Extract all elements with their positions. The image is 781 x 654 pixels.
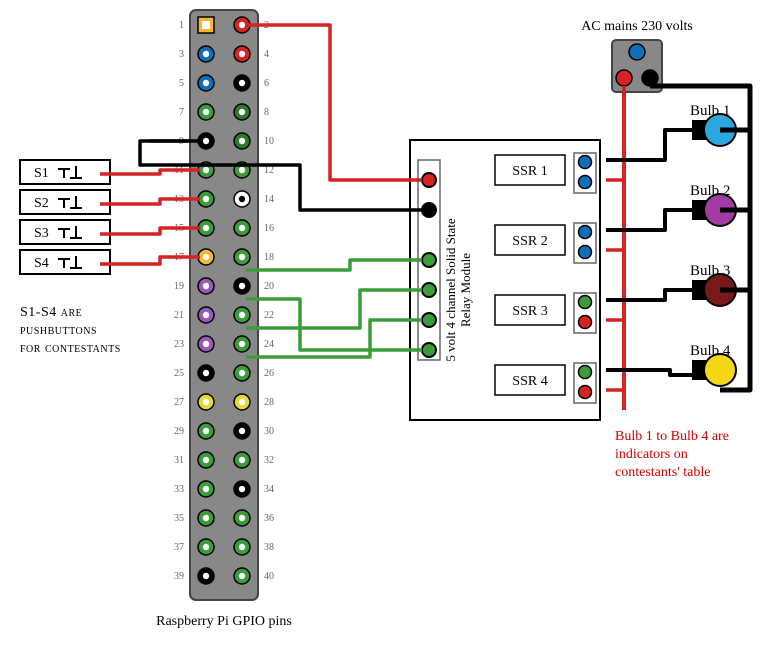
gpio-pin-label-28: 28 (264, 397, 274, 408)
gpio-pin-label-25: 25 (174, 368, 184, 379)
switch-label: S4 (34, 256, 49, 271)
ssr-label: SSR 4 (512, 374, 547, 389)
bulb-2: Bulb 2 (690, 183, 736, 226)
gpio-caption: Raspberry Pi GPIO pins (156, 614, 292, 629)
ssr2-out2 (579, 246, 592, 259)
gpio-pin-label-32: 32 (264, 455, 274, 466)
gpio-pin-label-39: 39 (174, 571, 184, 582)
gpio-pin-label-33: 33 (174, 484, 184, 495)
bulb-caption-1: Bulb 1 to Bulb 4 are (615, 429, 729, 444)
wire-ctrl-2 (246, 290, 422, 328)
gpio-pin-label-34: 34 (264, 484, 274, 495)
ssr4-out1 (579, 366, 592, 379)
bulb-column: Bulb 1 Bulb 2 Bulb 3 Bulb 4 (690, 103, 736, 386)
ssr1-out2 (579, 176, 592, 189)
switch-label: S3 (34, 226, 49, 241)
gpio-pin-label-26: 26 (264, 368, 274, 379)
gpio-pin-label-21: 21 (174, 310, 184, 321)
gpio-pin-label-4: 4 (264, 49, 269, 60)
switch-s2: S2 (20, 190, 110, 214)
ac-neutral-terminal (629, 44, 645, 60)
ssr-label: SSR 2 (512, 234, 547, 249)
bulb-1: Bulb 1 (690, 103, 736, 146)
gpio-pin-label-22: 22 (264, 310, 274, 321)
wire-s2 (100, 199, 200, 204)
pushbutton-caption-1: S1-S4 are (20, 305, 82, 320)
bulb-caption-2: indicators on (615, 447, 688, 462)
gpio-pin-label-16: 16 (264, 223, 274, 234)
pushbutton-caption-3: for contestants (20, 341, 121, 356)
wire-ssr3-bulb3 (606, 290, 695, 300)
gpio-pin-label-30: 30 (264, 426, 274, 437)
pushbutton-caption-2: pushbuttons (20, 323, 97, 338)
relay-gnd-terminal (422, 203, 436, 217)
ac-label: AC mains 230 volts (581, 19, 693, 34)
bulb-caption-3: contestants' table (615, 465, 710, 480)
switch-s3: S3 (20, 220, 110, 244)
switch-label: S1 (34, 166, 49, 181)
gpio-pin-label-18: 18 (264, 252, 274, 263)
ac-live-terminal (616, 70, 632, 86)
relay-in3-terminal (422, 313, 436, 327)
relay-caption-1: 5 volt 4 channel Solid State (443, 218, 458, 362)
gpio-pin-label-36: 36 (264, 513, 274, 524)
switch-s4: S4 (20, 250, 110, 274)
gpio-pin-label-7: 7 (179, 107, 184, 118)
gpio-pin-label-29: 29 (174, 426, 184, 437)
gpio-pin-label-1: 1 (179, 20, 184, 31)
wire-s1 (100, 170, 200, 174)
gpio-pin-label-8: 8 (264, 107, 269, 118)
gpio-pin-label-40: 40 (264, 571, 274, 582)
gpio-pin-label-23: 23 (174, 339, 184, 350)
gpio-pin-label-19: 19 (174, 281, 184, 292)
ssr3-out1 (579, 296, 592, 309)
relay-in1-terminal (422, 253, 436, 267)
relay-vcc-terminal (422, 173, 436, 187)
gpio-pin-label-31: 31 (174, 455, 184, 466)
bulb-3: Bulb 3 (690, 263, 736, 306)
relay-caption-2: Relay Module (458, 253, 473, 327)
gpio-pin-label-3: 3 (179, 49, 184, 60)
wire-s4 (100, 257, 200, 264)
ssr2-out1 (579, 226, 592, 239)
ssr1-out1 (579, 156, 592, 169)
wire-ssr2-bulb2 (606, 210, 695, 230)
gpio-pin-label-37: 37 (174, 542, 184, 553)
relay-in2-terminal (422, 283, 436, 297)
ssr3-out2 (579, 316, 592, 329)
gpio-pin-label-20: 20 (264, 281, 274, 292)
ssr4-out2 (579, 386, 592, 399)
bulb-icon (704, 354, 736, 386)
ssr-label: SSR 3 (512, 304, 547, 319)
gpio-pin-label-6: 6 (264, 78, 269, 89)
pushbutton-group: S1 S2 S3 S4 (20, 160, 110, 274)
gpio-pin-label-10: 10 (264, 136, 274, 147)
wire-s3 (100, 228, 200, 234)
gpio-header: 1234567891011121314151617181920212223242… (174, 10, 274, 600)
wire-ssr4-bulb4 (606, 370, 695, 375)
relay-in4-terminal (422, 343, 436, 357)
ssr-label: SSR 1 (512, 164, 547, 179)
gpio-pin-label-5: 5 (179, 78, 184, 89)
gpio-pin-label-14: 14 (264, 194, 274, 205)
gpio-pin-label-27: 27 (174, 397, 184, 408)
switch-label: S2 (34, 196, 49, 211)
gpio-pin-label-24: 24 (264, 339, 274, 350)
wire-ssr1-bulb1 (606, 130, 695, 160)
gpio-pin-label-38: 38 (264, 542, 274, 553)
gpio-pin-label-35: 35 (174, 513, 184, 524)
relay-module: SSR 1 SSR 2 SSR 3 SSR 4 (410, 140, 600, 420)
switch-s1: S1 (20, 160, 110, 184)
wire-pin2-relay-vcc (245, 25, 422, 180)
bulb-4: Bulb 4 (690, 343, 736, 386)
